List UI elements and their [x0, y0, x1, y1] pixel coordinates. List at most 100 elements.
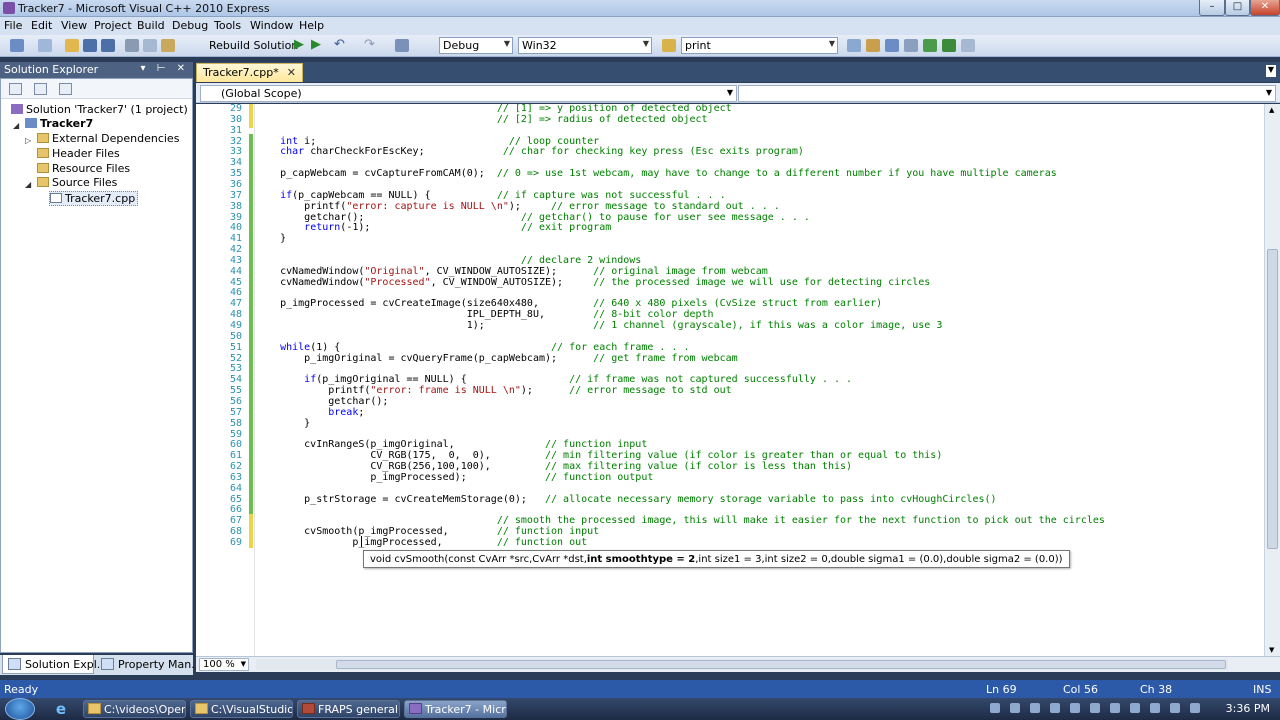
tree-item-source-files[interactable]: Source Files: [37, 176, 117, 191]
horizontal-scroll-thumb[interactable]: [336, 660, 1226, 669]
start-page-icon[interactable]: [923, 39, 937, 52]
maximize-button[interactable]: □: [1225, 0, 1250, 16]
save-all-icon[interactable]: [101, 39, 115, 52]
menu-help[interactable]: Help: [299, 19, 324, 32]
save-icon[interactable]: [83, 39, 97, 52]
scroll-up-icon[interactable]: ▲: [1269, 106, 1274, 114]
code-editor[interactable]: 29 // [1] => y position of detected obje…: [196, 104, 1264, 656]
close-icon[interactable]: ✕: [287, 66, 296, 79]
scroll-down-icon[interactable]: ▼: [1269, 646, 1274, 654]
close-button[interactable]: ✕: [1250, 0, 1280, 16]
navigate-icon[interactable]: [395, 39, 409, 52]
code-line[interactable]: p_imgProcessed, // function out: [256, 537, 587, 549]
undo-icon[interactable]: ↶: [334, 37, 345, 52]
menu-window[interactable]: Window: [250, 19, 293, 32]
taskbar-item-videos[interactable]: C:\videos\Open...: [83, 700, 186, 718]
taskbar-item-visualstudio-folder[interactable]: C:\VisualStudio...: [190, 700, 293, 718]
code-line[interactable]: 1); // 1 channel (grayscale), if this wa…: [256, 320, 943, 332]
find-input[interactable]: print ▼: [681, 37, 838, 54]
show-all-files-icon[interactable]: [34, 83, 47, 95]
code-string: "error: capture is NULL \n": [346, 200, 509, 212]
redo-icon[interactable]: ↷: [364, 37, 375, 52]
solution-explorer-title: Solution Explorer: [4, 63, 99, 76]
start-debug-icon[interactable]: ▶: [294, 37, 304, 52]
menu-build[interactable]: Build: [137, 19, 165, 32]
tray-icon[interactable]: [1070, 703, 1080, 713]
tree-item-solution[interactable]: Solution 'Tracker7' (1 project): [11, 103, 188, 118]
tree-item-project[interactable]: Tracker7: [25, 117, 93, 132]
extension-icon[interactable]: [942, 39, 956, 52]
tree-item-tracker7-cpp[interactable]: Tracker7.cpp: [49, 191, 139, 206]
code-line[interactable]: p_capWebcam = cvCaptureFromCAM(0); // 0 …: [256, 168, 1057, 180]
code-line[interactable]: p_imgOriginal = cvQueryFrame(p_capWebcam…: [256, 353, 738, 365]
window-icon[interactable]: [961, 39, 975, 52]
internet-explorer-icon[interactable]: e: [52, 700, 70, 718]
start-button[interactable]: [5, 698, 35, 720]
tab-solution-explorer[interactable]: Solution Expl...: [2, 655, 107, 674]
add-item-icon[interactable]: [38, 39, 52, 52]
toolbox-icon[interactable]: [904, 39, 918, 52]
copy-icon[interactable]: [143, 39, 157, 52]
tab-tracker7-cpp[interactable]: Tracker7.cpp* ✕: [196, 63, 303, 82]
menu-view[interactable]: View: [61, 19, 87, 32]
refresh-icon[interactable]: [59, 83, 72, 95]
scroll-thumb[interactable]: [1267, 249, 1278, 549]
menu-debug[interactable]: Debug: [172, 19, 208, 32]
code-line[interactable]: p_strStorage = cvCreateMemStorage(0); //…: [256, 494, 996, 506]
code-line[interactable]: char charCheckForEscKey; // char for che…: [256, 146, 804, 158]
tray-icon[interactable]: [1010, 703, 1020, 713]
tray-icon[interactable]: [1090, 703, 1100, 713]
platform-dropdown[interactable]: Win32 ▼: [518, 37, 652, 54]
member-dropdown[interactable]: ▼: [738, 85, 1276, 102]
menu-tools[interactable]: Tools: [214, 19, 241, 32]
cut-icon[interactable]: [125, 39, 139, 52]
tray-icon[interactable]: [990, 703, 1000, 713]
code-line[interactable]: p_imgProcessed); // function output: [256, 472, 653, 484]
taskbar-item-fraps[interactable]: FRAPS general: [297, 700, 400, 718]
config-dropdown[interactable]: Debug ▼: [439, 37, 513, 54]
find-in-files-icon[interactable]: [847, 39, 861, 52]
tray-icon[interactable]: [1110, 703, 1120, 713]
scope-dropdown[interactable]: (Global Scope) ▼: [200, 85, 737, 102]
taskbar-item-visual-cpp[interactable]: Tracker7 - Micr...: [404, 700, 507, 718]
code-line[interactable]: }: [256, 233, 286, 245]
tray-icon[interactable]: [1130, 703, 1140, 713]
properties-icon[interactable]: [9, 83, 22, 95]
tray-icon[interactable]: [1170, 703, 1180, 713]
rebuild-solution-button[interactable]: Rebuild Solution: [209, 39, 298, 52]
expand-icon[interactable]: ▷: [25, 136, 31, 145]
class-view-icon[interactable]: [866, 39, 880, 52]
code-line[interactable]: return(-1); // exit program: [256, 222, 611, 234]
tray-icon[interactable]: [1050, 703, 1060, 713]
code-line[interactable]: // [2] => radius of detected object: [256, 114, 708, 126]
minimize-button[interactable]: –: [1199, 0, 1225, 16]
properties-icon[interactable]: [885, 39, 899, 52]
find-icon[interactable]: [662, 39, 676, 52]
tree-item-external-dependencies[interactable]: External Dependencies: [37, 132, 179, 147]
collapse-icon[interactable]: ◢: [25, 180, 31, 189]
menu-project[interactable]: Project: [94, 19, 132, 32]
new-project-icon[interactable]: [10, 39, 24, 52]
tree-item-header-files[interactable]: Header Files: [37, 147, 120, 162]
code-line[interactable]: }: [256, 418, 310, 430]
vertical-scrollbar[interactable]: ▲ ▼: [1264, 104, 1280, 656]
tray-icon[interactable]: [1150, 703, 1160, 713]
tab-property-manager[interactable]: Property Man...: [96, 655, 202, 674]
tree-item-resource-files[interactable]: Resource Files: [37, 162, 130, 177]
paste-icon[interactable]: [161, 39, 175, 52]
collapse-icon[interactable]: ◢: [13, 121, 19, 130]
horizontal-scrollbar[interactable]: [256, 659, 1228, 670]
menu-edit[interactable]: Edit: [31, 19, 52, 32]
clock[interactable]: 3:36 PM: [1226, 702, 1270, 715]
panel-pin-controls[interactable]: ▾ ⊢ ✕: [141, 63, 189, 74]
start-without-debug-icon[interactable]: ▶: [311, 37, 321, 52]
volume-icon[interactable]: [1190, 703, 1200, 713]
open-folder-icon[interactable]: [65, 39, 79, 52]
tray-icon[interactable]: [1030, 703, 1040, 713]
tab-list-icon[interactable]: ▼: [1266, 65, 1276, 77]
zoom-dropdown[interactable]: 100 % ▼: [199, 658, 249, 671]
code-keyword: int: [280, 135, 299, 147]
code-line[interactable]: cvNamedWindow("Processed", CV_WINDOW_AUT…: [256, 277, 930, 289]
menu-file[interactable]: File: [4, 19, 22, 32]
document-tab-strip: Tracker7.cpp* ✕ ▼: [196, 62, 1280, 82]
